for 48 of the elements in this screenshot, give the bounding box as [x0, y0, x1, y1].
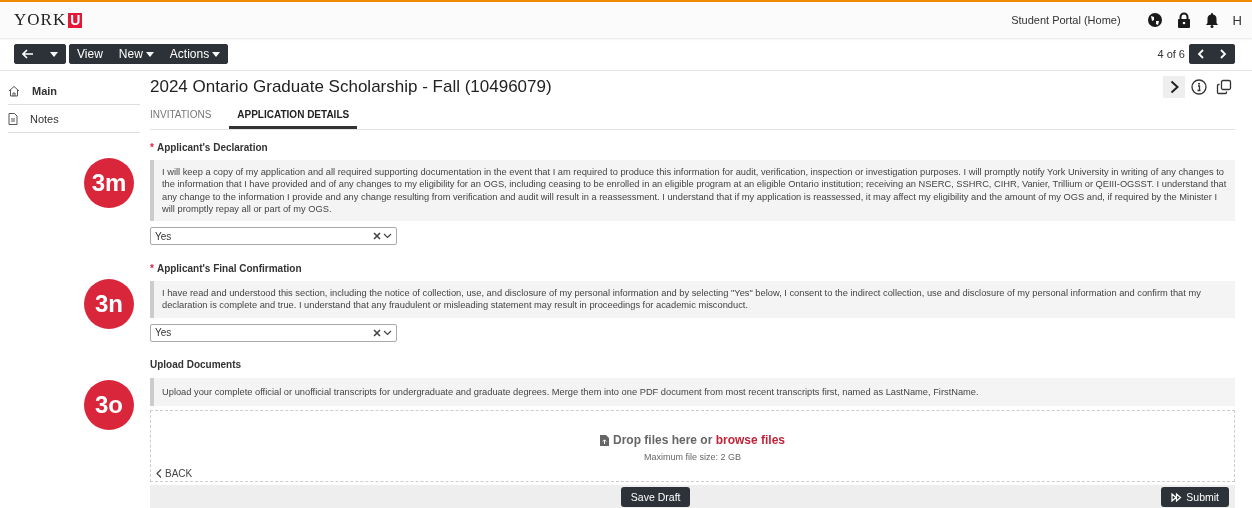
step-badge: 3m — [84, 158, 134, 208]
field-label: Applicant's Final Confirmation — [156, 262, 302, 274]
step-badge: 3o — [84, 379, 134, 430]
save-draft-button[interactable]: Save Draft — [620, 487, 691, 507]
max-file-size: Maximum file size: 2 GB — [644, 452, 741, 463]
answer-select[interactable]: Yes — [150, 323, 397, 342]
drop-instructions: Drop files here or browse files — [612, 433, 786, 448]
tab[interactable]: INVITATIONS — [150, 103, 212, 129]
record-pager: 4 of 6 — [1157, 48, 1185, 60]
file-upload-icon — [599, 434, 609, 446]
declaration-text: I have read and understood this section, including the notice of collection, use, and disclosure of my personal information and by selecting "Yes" below, I consent to the indirect collection, use and disclosure of my personal information and confirm that my declaration is complete and true. I understand that any fraudulent or misleading statement may result in proceedings for academic misconduct. — [150, 281, 1235, 318]
caret-icon — [50, 51, 58, 57]
clear-icon — [373, 232, 381, 241]
document-icon — [8, 112, 18, 125]
copy-icon[interactable] — [1216, 79, 1232, 95]
declaration-text: I will keep a copy of my application and all required supporting documentation in the event that I am required to produce this information for audit, verification, inspection or investigation purposes. I will promptly notify York University in writing of any changes to the information that I have provided and of any changes to my eligibility for an OGS, including ceasing to be enrolled in an eligible program at an eligible Ontario institution; receiving an NSERC, SSHRC, CIHR, Vanier, Trillium or QEIII-OGSST. I understand that any change to the information I provide and any change resulting from verification and audit will result in a reassessment. I understand that if my application is reassessed, it may affect my eligibility and the amount of my OGS and, if required by the Minister I will promptly repay all or part of my OGS. — [150, 160, 1235, 222]
back-arrow-icon — [22, 49, 34, 59]
chevron-left-icon — [1197, 49, 1204, 59]
tab[interactable]: APPLICATION DETAILS — [229, 103, 358, 129]
answer-select[interactable]: Yes — [150, 227, 397, 246]
sidebar-item[interactable]: Notes — [8, 105, 140, 133]
required-mark: * — [150, 262, 154, 274]
logo-mark: U — [68, 12, 83, 28]
expand-button[interactable] — [1163, 76, 1185, 98]
lock-icon[interactable] — [1176, 12, 1191, 28]
chevron-down-icon — [383, 329, 392, 336]
field-label: Upload Documents — [150, 359, 242, 371]
fast-forward-icon — [1171, 492, 1183, 502]
sidebar-item[interactable]: Main — [8, 77, 140, 105]
browse-files-link[interactable]: browse files — [715, 433, 786, 448]
york-logo[interactable]: YORK — [14, 10, 67, 30]
user-initial[interactable]: H — [1232, 12, 1242, 28]
record-title: 2024 Ontario Graduate Scholarship - Fall (10496079) — [150, 77, 553, 97]
clear-icon — [373, 328, 381, 337]
info-icon[interactable] — [1191, 79, 1207, 95]
globe-icon[interactable] — [1146, 12, 1163, 28]
field-label: Applicant's Declaration — [156, 141, 268, 153]
submit-button[interactable]: Submit — [1161, 487, 1229, 507]
chevron-right-icon — [1220, 49, 1227, 59]
required-mark: * — [150, 141, 154, 153]
portal-link[interactable]: Student Portal (Home) — [1011, 14, 1121, 26]
step-badge: 3n — [84, 279, 134, 330]
chevron-left-icon — [156, 469, 162, 478]
home-icon — [8, 84, 20, 97]
chevron-down-icon — [383, 233, 392, 240]
chevron-right-icon — [1169, 80, 1179, 94]
bell-icon[interactable] — [1204, 12, 1219, 28]
upload-instructions: Upload your complete official or unofficial transcripts for undergraduate and graduate degrees. Merge them into one PDF document from most recent transcripts first, named as LastName, FirstName. — [150, 377, 1235, 407]
